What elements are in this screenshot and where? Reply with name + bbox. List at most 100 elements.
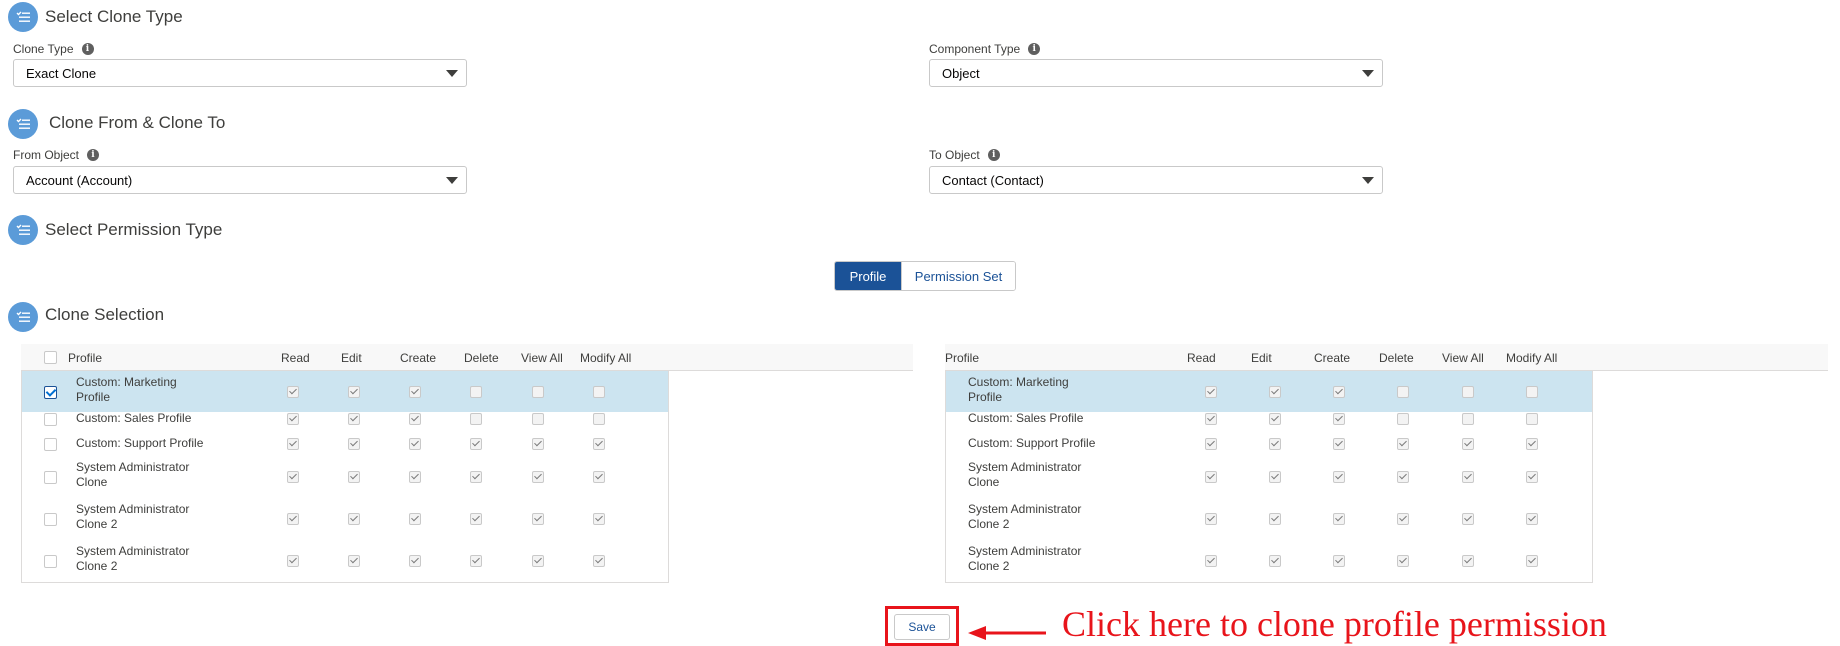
permission-checkbox-modify-all [1526, 513, 1538, 525]
permission-checkbox-create [409, 513, 421, 525]
permission-checkbox-view-all [1462, 471, 1474, 483]
permission-checkbox-edit [1269, 471, 1281, 483]
table-row[interactable]: Custom: Sales Profile [946, 406, 1592, 431]
column-header[interactable]: Read [1187, 351, 1216, 365]
profile-name-line: Custom: Sales Profile [968, 411, 1084, 425]
permission-checkbox-delete [1397, 438, 1409, 450]
column-header[interactable]: Read [281, 351, 310, 365]
permission-checkbox-view-all [532, 513, 544, 525]
section-title-permission-type: Select Permission Type [45, 220, 223, 239]
table-row[interactable]: System Administrator Clone 2 [22, 540, 668, 582]
permission-checkbox-delete [1397, 555, 1409, 567]
column-header[interactable]: View All [1442, 351, 1484, 365]
table-row[interactable]: System Administrator Clone [22, 456, 668, 498]
column-header[interactable]: Profile [945, 351, 979, 365]
annotation-text: Click here to clone profile permission [1062, 604, 1607, 644]
clone-type-select[interactable]: Exact Clone [13, 59, 467, 87]
permission-checkbox-edit [1269, 438, 1281, 450]
profile-name: System Administrator Clone [76, 460, 189, 490]
permission-checkbox-read [287, 513, 299, 525]
from-object-select[interactable]: Account (Account) [13, 166, 467, 194]
permission-checkbox-view-all [1462, 555, 1474, 567]
table-row[interactable]: Custom: Support Profile [22, 431, 668, 456]
info-icon[interactable]: i [1028, 43, 1041, 55]
permission-checkbox-create [1333, 555, 1345, 567]
permission-checkbox-delete [470, 471, 482, 483]
profile-toggle-button[interactable]: Profile [835, 262, 901, 290]
permission-checkbox-create [409, 386, 421, 398]
table-row[interactable]: System Administrator Clone 2 [22, 498, 668, 540]
row-select-checkbox[interactable] [44, 471, 57, 484]
info-icon[interactable]: i [81, 43, 94, 55]
permission-checkbox-read [287, 555, 299, 567]
column-header[interactable]: View All [521, 351, 563, 365]
row-select-checkbox[interactable] [44, 386, 57, 399]
permission-checkbox-read [1205, 555, 1217, 567]
profile-name-line: Profile [76, 390, 111, 404]
permission-checkbox-create [1333, 438, 1345, 450]
permission-checkbox-delete [470, 386, 482, 398]
permission-checkbox-view-all [1462, 513, 1474, 525]
row-select-checkbox[interactable] [44, 438, 57, 451]
permission-checkbox-delete [470, 413, 482, 425]
row-select-checkbox[interactable] [44, 555, 57, 568]
permission-checkbox-read [287, 413, 299, 425]
permission-checkbox-read [1205, 471, 1217, 483]
select-all-checkbox[interactable] [44, 351, 57, 364]
profile-name-line: Custom: Support Profile [968, 436, 1096, 450]
to-object-select[interactable]: Contact (Contact) [929, 166, 1383, 194]
clone-type-label: Clone Type i [13, 42, 94, 56]
permission-checkbox-read [1205, 513, 1217, 525]
section-title-clone-type: Select Clone Type [45, 7, 183, 26]
permission-checkbox-modify-all [593, 386, 605, 398]
table-body: Custom: Marketing Profile Custom: Sales Pr… [945, 371, 1593, 583]
permission-checkbox-create [1333, 471, 1345, 483]
permission-checkbox-read [287, 438, 299, 450]
column-header[interactable]: Delete [1379, 351, 1414, 365]
permission-checkbox-view-all [532, 386, 544, 398]
permission-checkbox-modify-all [593, 471, 605, 483]
profile-name-line: Custom: Sales Profile [76, 411, 192, 425]
profile-name-line: Clone 2 [76, 517, 118, 531]
save-button[interactable]: Save [894, 614, 950, 640]
profile-name-line: Custom: Support Profile [76, 436, 204, 450]
row-select-checkbox[interactable] [44, 413, 57, 426]
permission-set-toggle-button[interactable]: Permission Set [901, 262, 1015, 290]
table-row[interactable]: System Administrator Clone [946, 456, 1592, 498]
permission-checkbox-view-all [1462, 438, 1474, 450]
column-header[interactable]: Create [1314, 351, 1350, 365]
permission-checkbox-create [409, 555, 421, 567]
permission-checkbox-delete [470, 513, 482, 525]
permission-checkbox-modify-all [593, 413, 605, 425]
table-row[interactable]: System Administrator Clone 2 [946, 540, 1592, 582]
permission-checkbox-edit [1269, 555, 1281, 567]
permission-checkbox-view-all [532, 471, 544, 483]
column-header[interactable]: Delete [464, 351, 499, 365]
table-row[interactable]: Custom: Sales Profile [22, 406, 668, 431]
profile-name: Custom: Marketing Profile [968, 375, 1069, 405]
table-row[interactable]: System Administrator Clone 2 [946, 498, 1592, 540]
info-icon[interactable]: i [987, 149, 1000, 161]
column-header[interactable]: Create [400, 351, 436, 365]
permission-checkbox-edit [348, 438, 360, 450]
table-row[interactable]: Custom: Support Profile [946, 431, 1592, 456]
permission-checkbox-edit [348, 513, 360, 525]
column-header[interactable]: Edit [1251, 351, 1272, 365]
profile-name-line: Custom: Marketing [968, 375, 1069, 389]
permission-checkbox-modify-all [1526, 438, 1538, 450]
component-type-select[interactable]: Object [929, 59, 1383, 87]
permission-checkbox-edit [1269, 413, 1281, 425]
permission-checkbox-create [1333, 513, 1345, 525]
info-icon[interactable]: i [87, 149, 100, 161]
profile-name: Custom: Marketing Profile [76, 375, 177, 405]
permission-checkbox-delete [1397, 471, 1409, 483]
from-object-label: From Object i [13, 148, 100, 162]
column-header[interactable]: Profile [68, 351, 102, 365]
column-header[interactable]: Edit [341, 351, 362, 365]
column-header[interactable]: Modify All [1506, 351, 1557, 365]
permission-checkbox-modify-all [1526, 413, 1538, 425]
column-header[interactable]: Modify All [580, 351, 631, 365]
row-select-checkbox[interactable] [44, 513, 57, 526]
profile-name-line: Custom: Marketing [76, 375, 177, 389]
table-header: Profile Read Edit Create Delete View All Modif… [21, 344, 913, 371]
